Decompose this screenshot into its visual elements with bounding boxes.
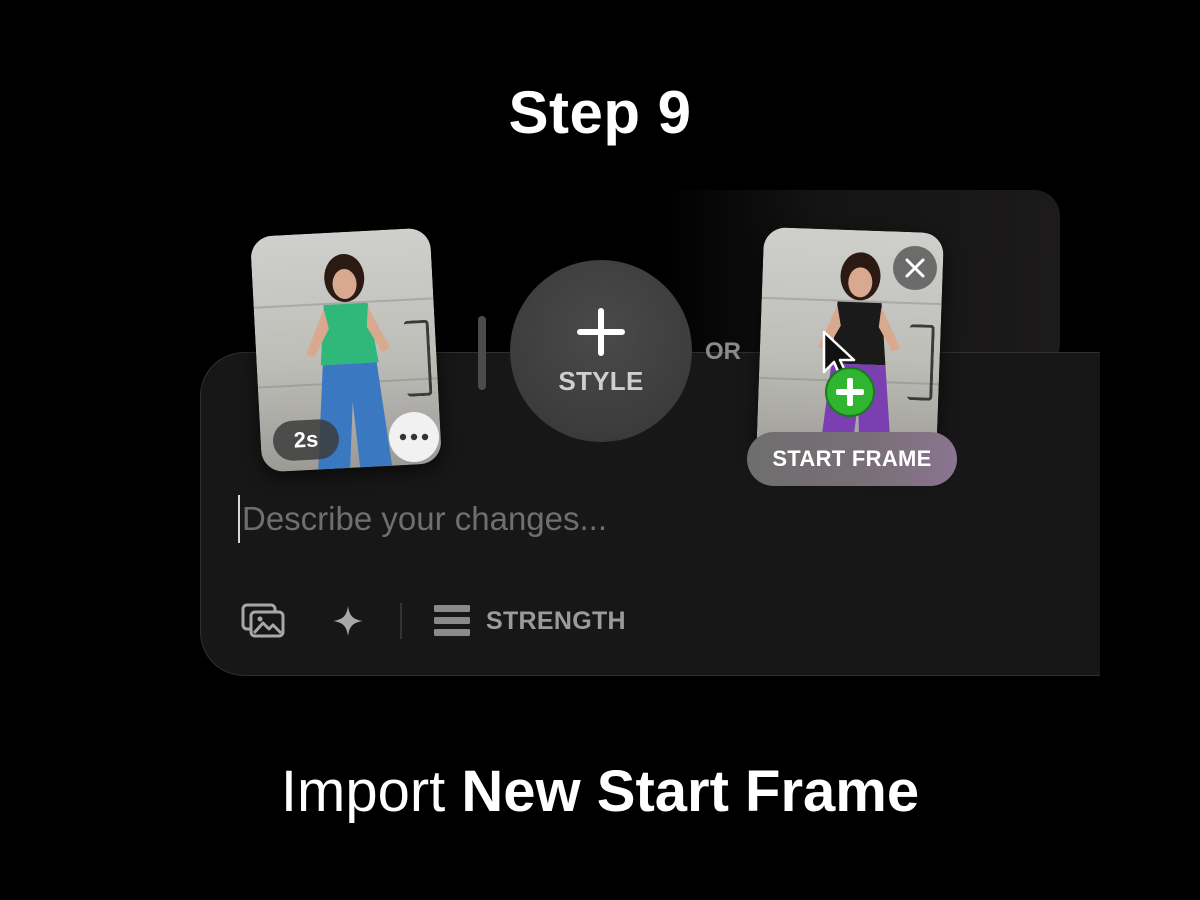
sparkle-icon	[333, 606, 363, 636]
strength-label[interactable]: STRENGTH	[486, 607, 626, 636]
step-title: Step 9	[508, 79, 692, 146]
drag-cursor	[822, 330, 875, 417]
strength-button[interactable]	[432, 598, 472, 644]
remove-frame-button[interactable]	[893, 246, 937, 290]
duration-badge: 2s	[271, 418, 341, 462]
strength-bars-icon	[434, 605, 470, 636]
more-options-button[interactable]	[389, 412, 439, 462]
add-style-button[interactable]: STYLE	[510, 260, 692, 442]
add-icon	[825, 367, 875, 417]
prompt-input[interactable]: Describe your changes...	[238, 494, 998, 544]
enhance-button[interactable]	[324, 598, 372, 644]
or-label: OR	[705, 338, 741, 365]
style-label: STYLE	[558, 365, 644, 396]
caption-emphasis: New Start Frame	[461, 759, 920, 824]
plus-icon	[577, 307, 625, 356]
start-frame-label[interactable]: START FRAME	[747, 432, 957, 486]
toolbar-divider	[400, 603, 402, 639]
caption-prefix: Import	[280, 759, 446, 824]
prompt-placeholder: Describe your changes...	[242, 500, 608, 537]
ellipsis-icon	[399, 433, 429, 441]
close-icon	[905, 258, 925, 278]
tutorial-slide: Step 9 2s STYLE OR START FRAME Describe …	[0, 0, 1200, 900]
add-images-button[interactable]	[240, 598, 288, 644]
images-icon	[241, 603, 285, 638]
drag-handle[interactable]	[478, 316, 486, 390]
step-caption: Import New Start Frame	[0, 758, 1200, 825]
prompt-toolbar: STRENGTH	[240, 598, 626, 644]
text-caret	[238, 495, 240, 543]
